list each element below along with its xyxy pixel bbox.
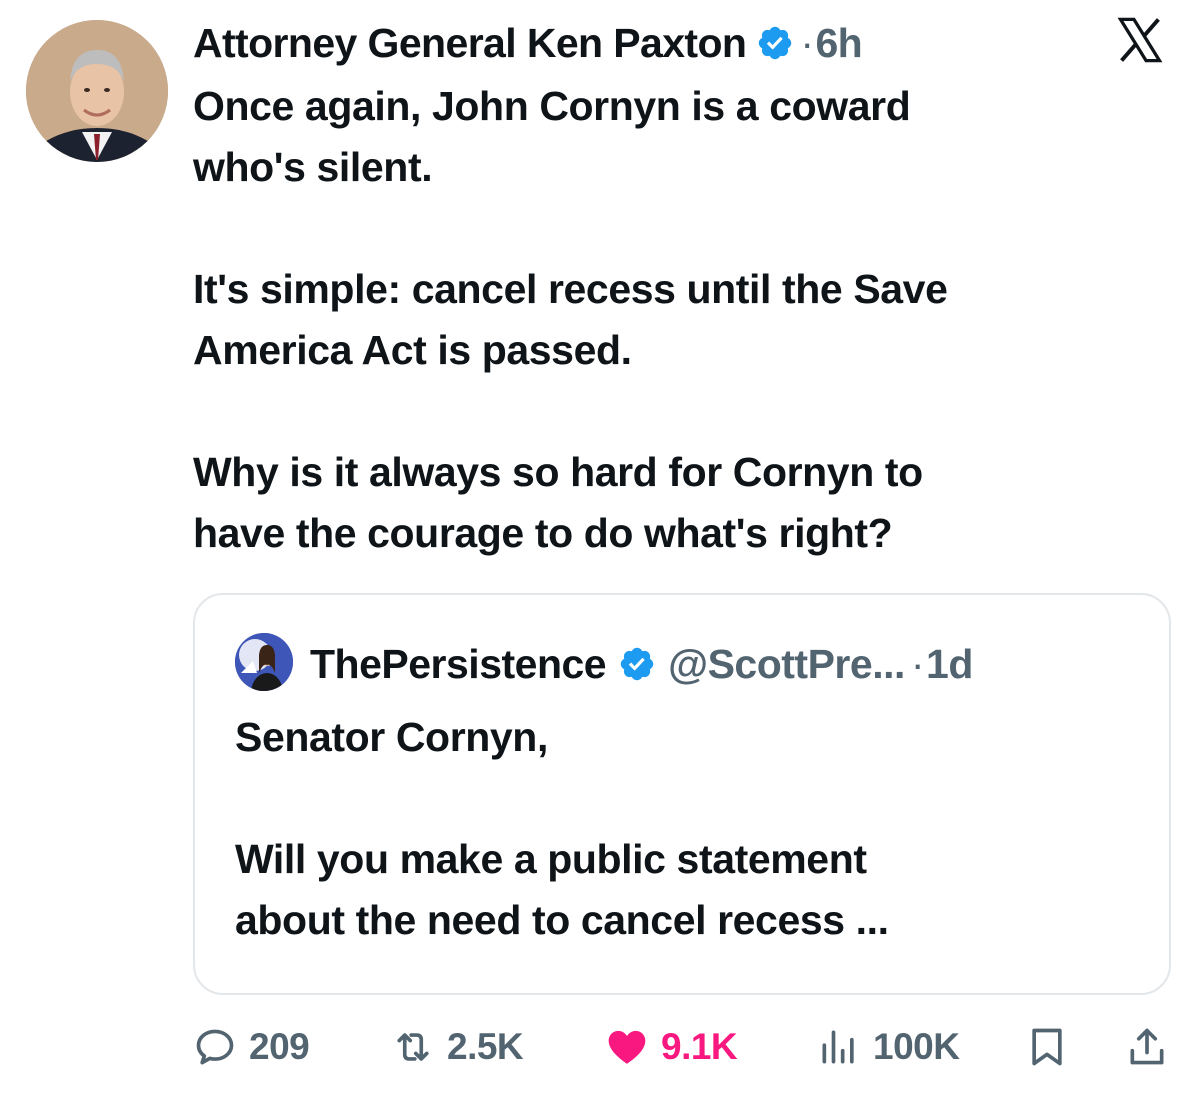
quoted-author-avatar[interactable] bbox=[235, 633, 293, 691]
tweet-text-line: Why is it always so hard for Cornyn to bbox=[193, 449, 923, 495]
quoted-author-name[interactable]: ThePersistence bbox=[310, 641, 607, 688]
author-avatar-image bbox=[26, 20, 168, 162]
tweet-text-line: have the courage to do what's right? bbox=[193, 510, 893, 556]
author-avatar[interactable] bbox=[26, 20, 168, 162]
verified-badge-icon[interactable] bbox=[618, 645, 656, 683]
tweet-action-bar: 209 2.5K 9.1K 100K bbox=[193, 1020, 1171, 1074]
quoted-tweet-text: Senator Cornyn, Will you make a public s… bbox=[235, 707, 1135, 951]
reply-icon bbox=[196, 1029, 234, 1065]
tweet-text-line: America Act is passed. bbox=[193, 327, 632, 373]
quoted-text-line: Will you make a public statement bbox=[235, 836, 867, 882]
repost-icon bbox=[397, 1033, 429, 1061]
author-name[interactable]: Attorney General Ken Paxton bbox=[193, 20, 747, 67]
quoted-text-line: Senator Cornyn, bbox=[235, 714, 548, 760]
views-bar-chart-icon bbox=[822, 1030, 854, 1064]
x-logo-icon bbox=[1114, 14, 1166, 66]
quoted-tweet-header: ThePersistence @ScottPre... · 1d bbox=[310, 639, 973, 689]
bookmark-button[interactable] bbox=[1025, 1020, 1069, 1074]
like-count: 9.1K bbox=[661, 1026, 738, 1067]
tweet-text-line: It's simple: cancel recess until the Sav… bbox=[193, 266, 948, 312]
tweet-header: Attorney General Ken Paxton · 6h bbox=[193, 19, 863, 67]
tweet-timestamp[interactable]: 6h bbox=[815, 20, 862, 67]
repost-count: 2.5K bbox=[447, 1026, 524, 1067]
share-icon bbox=[1130, 1028, 1164, 1065]
views-button[interactable]: 100K bbox=[817, 1020, 960, 1074]
header-separator: · bbox=[800, 19, 814, 66]
views-count: 100K bbox=[873, 1026, 960, 1067]
quoted-author-handle[interactable]: @ScottPre... bbox=[668, 641, 905, 688]
quoted-tweet-card[interactable]: ThePersistence @ScottPre... · 1d Senator… bbox=[193, 593, 1171, 995]
like-button[interactable]: 9.1K bbox=[605, 1020, 738, 1074]
quoted-avatar-image bbox=[235, 633, 293, 691]
quoted-header-separator: · bbox=[910, 640, 925, 687]
tweet-text-line: who's silent. bbox=[193, 144, 433, 190]
repost-button[interactable]: 2.5K bbox=[391, 1020, 524, 1074]
heart-filled-icon bbox=[608, 1030, 646, 1064]
reply-count: 209 bbox=[249, 1026, 310, 1067]
tweet-text-line: Once again, John Cornyn is a coward bbox=[193, 83, 911, 129]
share-button[interactable] bbox=[1125, 1020, 1169, 1074]
tweet-text: Once again, John Cornyn is a coward who'… bbox=[193, 76, 1153, 564]
verified-badge-icon[interactable] bbox=[756, 24, 794, 62]
quoted-tweet-timestamp[interactable]: 1d bbox=[926, 641, 973, 688]
bookmark-icon bbox=[1032, 1028, 1062, 1066]
reply-button[interactable]: 209 bbox=[193, 1020, 310, 1074]
quoted-text-line: about the need to cancel recess ... bbox=[235, 897, 889, 943]
